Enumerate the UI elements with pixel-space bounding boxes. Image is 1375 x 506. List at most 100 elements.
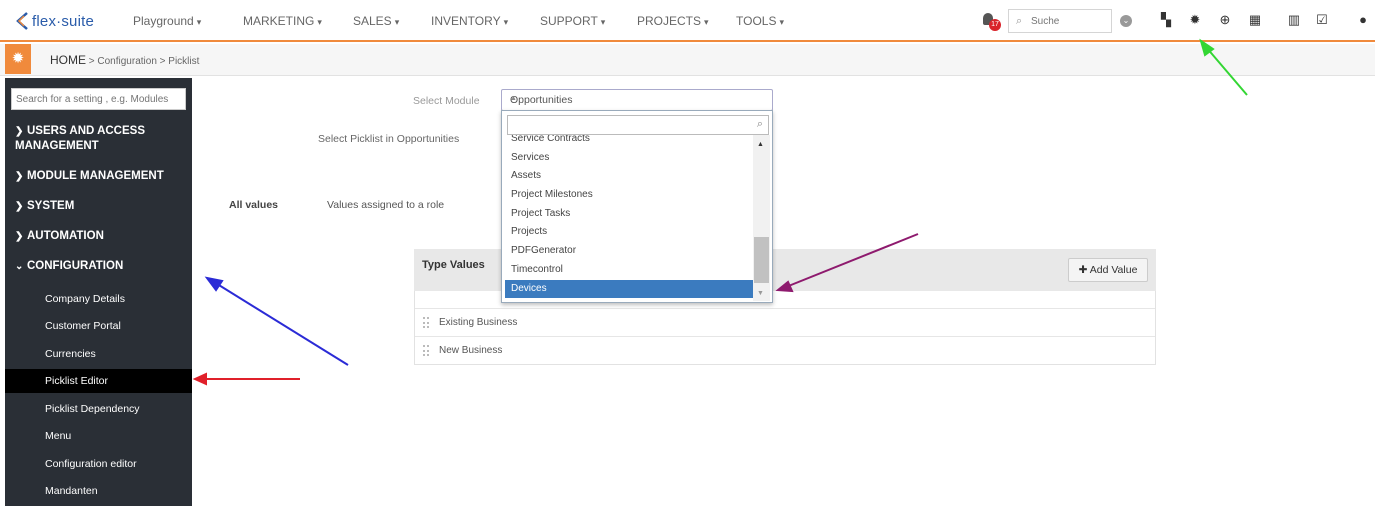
- add-circle-icon[interactable]: ⊕: [1216, 11, 1234, 29]
- menu-label: SUPPORT: [540, 14, 598, 28]
- dropdown-option[interactable]: PDFGenerator: [505, 242, 753, 261]
- dropdown-option[interactable]: Project Tasks: [505, 205, 753, 224]
- caret-down-icon: ▾: [503, 17, 509, 27]
- add-value-label: Add Value: [1089, 264, 1138, 276]
- caret-up-icon: ▲: [510, 95, 517, 102]
- type-values-title: Type Values: [422, 259, 485, 271]
- sidebar-item-label: Mandanten: [45, 485, 98, 497]
- search-icon: ⌕: [756, 118, 763, 130]
- sidebar-item-label: Company Details: [45, 293, 125, 305]
- sidebar-section-system[interactable]: ❯ SYSTEM: [15, 199, 185, 214]
- module-dropdown-list: ⌕ Service Contracts Services Assets Proj…: [501, 110, 773, 303]
- notifications-button[interactable]: 17: [983, 13, 1005, 31]
- menu-support[interactable]: SUPPORT ▾: [540, 14, 605, 28]
- menu-tools[interactable]: TOOLS ▾: [736, 14, 784, 28]
- scrollbar-thumb[interactable]: [754, 237, 769, 283]
- sidebar-item-picklist-editor[interactable]: Picklist Editor: [5, 369, 192, 393]
- sidebar-section-label: AUTOMATION: [27, 230, 104, 242]
- dropdown-option[interactable]: Services: [505, 149, 753, 168]
- dropdown-search-input[interactable]: ⌕: [507, 115, 769, 135]
- sidebar-item-picklist-dependency[interactable]: Picklist Dependency: [5, 397, 192, 421]
- drag-handle-icon[interactable]: [423, 345, 429, 356]
- chevron-right-icon: ❯: [15, 201, 24, 212]
- settings-search[interactable]: [11, 88, 186, 110]
- sidebar-item-currencies[interactable]: Currencies: [5, 342, 192, 366]
- menu-projects[interactable]: PROJECTS ▾: [637, 14, 709, 28]
- dropdown-option[interactable]: Assets: [505, 167, 753, 186]
- chevron-right-icon: ❯: [15, 171, 24, 182]
- picklist-value-label: New Business: [439, 345, 503, 356]
- tab-all-values[interactable]: All values: [229, 199, 278, 211]
- dropdown-option-selected[interactable]: Devices: [505, 279, 753, 299]
- tasks-checkbox-icon[interactable]: ☑: [1313, 11, 1331, 29]
- sidebar-section-label: MODULE MANAGEMENT: [27, 170, 164, 182]
- sidebar-item-company-details[interactable]: Company Details: [5, 287, 192, 311]
- sidebar-section-users-access[interactable]: ❯ USERS AND ACCESS MANAGEMENT: [15, 124, 185, 153]
- sidebar-item-label: Currencies: [45, 348, 96, 360]
- sidebar-section-configuration[interactable]: ⌄ CONFIGURATION: [15, 259, 185, 274]
- sidebar-section-label: USERS AND ACCESS MANAGEMENT: [15, 125, 145, 152]
- breadcrumb-path: > Configuration > Picklist: [86, 56, 200, 67]
- select-module-dropdown[interactable]: Opportunities ▲: [501, 89, 773, 111]
- settings-sidebar: ❯USERS AND ACCESS MANAGEMENT ❯MODULE MAN…: [5, 78, 192, 506]
- dropdown-option[interactable]: Service Contracts: [505, 135, 753, 149]
- select-picklist-label: Select Picklist in Opportunities: [318, 133, 460, 145]
- sidebar-item-menu[interactable]: Menu: [5, 424, 192, 448]
- scroll-up-icon[interactable]: ▲: [757, 141, 764, 148]
- blue-arrow: [204, 276, 349, 366]
- breadcrumb-home[interactable]: HOME: [50, 53, 86, 67]
- settings-gear-icon[interactable]: ✹: [5, 44, 31, 74]
- user-icon[interactable]: ●: [1354, 11, 1372, 29]
- add-value-button[interactable]: ✚ Add Value: [1068, 258, 1148, 282]
- global-search-input[interactable]: [1031, 13, 1107, 29]
- sidebar-item-label: Customer Portal: [45, 320, 121, 332]
- dropdown-option[interactable]: Project Milestones: [505, 186, 753, 205]
- sidebar-item-mandanten[interactable]: Mandanten: [5, 479, 192, 503]
- sidebar-item-label: Configuration editor: [45, 458, 137, 470]
- reports-chart-icon[interactable]: ▥: [1285, 11, 1303, 29]
- sidebar-section-module-management[interactable]: ❯ MODULE MANAGEMENT: [15, 169, 185, 184]
- dropdown-scrollbar[interactable]: ▲ ▼: [753, 135, 770, 301]
- menu-label: INVENTORY: [431, 14, 501, 28]
- sidebar-item-configuration-editor[interactable]: Configuration editor: [5, 452, 192, 476]
- picklist-value-row[interactable]: New Business: [415, 336, 1155, 364]
- chevron-down-icon: ⌄: [15, 261, 24, 272]
- logo-text: flex·suite: [32, 12, 95, 30]
- drag-handle-icon[interactable]: [423, 317, 429, 328]
- picklist-value-row[interactable]: Existing Business: [415, 308, 1155, 336]
- menu-playground[interactable]: Playground ▾: [133, 14, 201, 28]
- dropdown-option[interactable]: Projects: [505, 223, 753, 242]
- caret-down-icon: ▾: [704, 17, 709, 27]
- notification-badge: 17: [989, 19, 1001, 31]
- search-options-icon[interactable]: ⌄: [1120, 15, 1132, 27]
- flexsuite-logo[interactable]: flex·suite: [14, 10, 94, 32]
- caret-down-icon: ▾: [600, 17, 606, 27]
- scroll-down-icon[interactable]: ▼: [757, 290, 764, 297]
- dropdown-options: Service Contracts Services Assets Projec…: [505, 135, 753, 301]
- sidebar-section-automation[interactable]: ❯ AUTOMATION: [15, 229, 185, 244]
- breadcrumb-bar: ✹ HOME > Configuration > Picklist: [0, 44, 1375, 76]
- breadcrumb: HOME > Configuration > Picklist: [50, 53, 199, 67]
- tab-values-assigned-to-role[interactable]: Values assigned to a role: [327, 199, 444, 211]
- sidebar-item-label: Picklist Dependency: [45, 403, 140, 415]
- top-navbar: flex·suite Playground ▾ MARKETING ▾ SALES ▾…: [0, 0, 1375, 42]
- dropdown-option[interactable]: Timecontrol: [505, 261, 753, 280]
- caret-down-icon: ▾: [779, 17, 784, 27]
- settings-gear-icon[interactable]: ✹: [1186, 11, 1204, 29]
- sidebar-item-customer-portal[interactable]: Customer Portal: [5, 314, 192, 338]
- menu-label: SALES: [353, 14, 392, 28]
- chevron-right-icon: ❯: [15, 231, 24, 242]
- quick-create-icon[interactable]: ▚: [1157, 11, 1175, 29]
- menu-marketing[interactable]: MARKETING ▾: [243, 14, 322, 28]
- sidebar-item-label: Menu: [45, 430, 72, 442]
- menu-label: TOOLS: [736, 14, 777, 28]
- logo-icon: [16, 12, 28, 30]
- menu-inventory[interactable]: INVENTORY ▾: [431, 14, 508, 28]
- menu-sales[interactable]: SALES ▾: [353, 14, 399, 28]
- calendar-icon[interactable]: ▦: [1246, 11, 1264, 29]
- global-search[interactable]: ⌕: [1008, 9, 1112, 33]
- search-icon: ⌕: [1016, 15, 1023, 27]
- chevron-right-icon: ❯: [15, 126, 24, 137]
- settings-search-input[interactable]: [12, 89, 185, 109]
- menu-label: PROJECTS: [637, 14, 702, 28]
